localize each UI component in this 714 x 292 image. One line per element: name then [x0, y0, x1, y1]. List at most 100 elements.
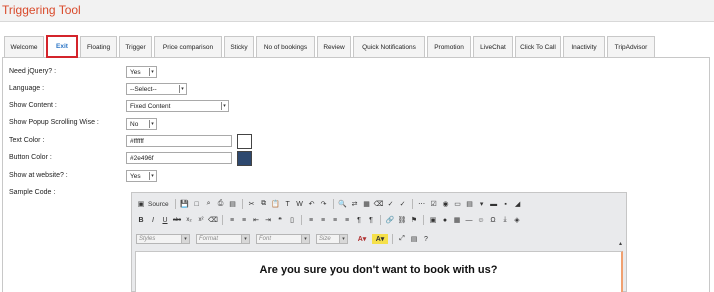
align-center-icon[interactable]: ≡: [318, 215, 328, 225]
paste-text-icon[interactable]: T: [283, 199, 293, 209]
replace-icon[interactable]: ⇄: [350, 199, 360, 209]
text-color-value: #ffffff: [130, 137, 144, 145]
align-right-icon[interactable]: ≡: [330, 215, 340, 225]
show-at-website-select[interactable]: Yes ▾: [126, 170, 157, 182]
iframe-icon[interactable]: ◈: [512, 215, 522, 225]
eraser-icon[interactable]: ⌫: [208, 215, 218, 225]
tab-tripadvisor[interactable]: TripAdvisor: [607, 36, 655, 57]
smiley-icon[interactable]: ☺: [476, 215, 486, 225]
spellcheck-dropdown-icon[interactable]: ✓: [398, 199, 408, 209]
ltr-icon[interactable]: ¶: [354, 215, 364, 225]
align-left-icon[interactable]: ≡: [306, 215, 316, 225]
table-icon[interactable]: ▦: [452, 215, 462, 225]
tab-quick-notifications[interactable]: Quick Notifications: [353, 36, 425, 57]
redo-icon[interactable]: ↷: [319, 199, 329, 209]
editor-content-area[interactable]: Are you sure you don't want to book with…: [135, 251, 623, 292]
size-combo[interactable]: Size ▾: [316, 234, 348, 244]
tab-exit[interactable]: Exit: [46, 35, 78, 58]
background-color-icon[interactable]: A▾: [372, 234, 388, 244]
about-icon[interactable]: ?: [421, 234, 431, 244]
blockquote-icon[interactable]: ❝: [275, 215, 285, 225]
justify-icon[interactable]: ≡: [342, 215, 352, 225]
tab-no-of-bookings[interactable]: No of bookings: [256, 36, 315, 57]
textfield-icon[interactable]: ▭: [453, 199, 463, 209]
maximize-icon[interactable]: ⤢: [397, 234, 407, 244]
superscript-icon[interactable]: x²: [196, 215, 206, 225]
page-break-icon[interactable]: ⤓: [500, 215, 510, 225]
image-icon[interactable]: ▣: [428, 215, 438, 225]
collapse-toolbar-icon[interactable]: ▴: [617, 240, 624, 247]
source-button-label[interactable]: Source: [148, 201, 169, 208]
font-combo[interactable]: Font ▾: [256, 234, 310, 244]
radio-icon[interactable]: ◉: [441, 199, 451, 209]
print-icon[interactable]: ⎙: [216, 199, 226, 209]
source-icon[interactable]: ▣: [136, 199, 146, 209]
show-blocks-icon[interactable]: ▤: [409, 234, 419, 244]
language-select[interactable]: --Select-- ▾: [126, 83, 187, 95]
tab-review[interactable]: Review: [317, 36, 351, 57]
paste-icon[interactable]: 📋: [271, 199, 281, 209]
show-popup-scrolling-value: No: [130, 120, 139, 128]
copy-icon[interactable]: ⧉: [259, 199, 269, 209]
preview-icon[interactable]: ⌕: [204, 199, 214, 209]
chevron-down-icon: ▾: [241, 235, 249, 243]
tab-floating[interactable]: Floating: [80, 36, 117, 57]
checkbox-icon[interactable]: ☑: [429, 199, 439, 209]
button-color-input[interactable]: #2e496f: [126, 152, 232, 164]
new-page-icon[interactable]: □: [192, 199, 202, 209]
need-jquery-select[interactable]: Yes ▾: [126, 66, 157, 78]
format-combo[interactable]: Format ▾: [196, 234, 250, 244]
unlink-icon[interactable]: ⛓: [397, 215, 407, 225]
paste-word-icon[interactable]: W: [295, 199, 305, 209]
toolbar-separator: [174, 199, 176, 209]
show-content-select[interactable]: Fixed Content ▾: [126, 100, 229, 112]
text-color-input[interactable]: #ffffff: [126, 135, 232, 147]
tab-inactivity[interactable]: Inactivity: [563, 36, 605, 57]
image-button-icon[interactable]: ▪: [501, 199, 511, 209]
show-popup-scrolling-select[interactable]: No ▾: [126, 118, 157, 130]
select-all-icon[interactable]: ▦: [362, 199, 372, 209]
button-field-icon[interactable]: ▬: [489, 199, 499, 209]
link-icon[interactable]: 🔗: [385, 215, 395, 225]
styles-combo[interactable]: Styles ▾: [136, 234, 190, 244]
textarea-icon[interactable]: ▤: [465, 199, 475, 209]
tab-price-comparison[interactable]: Price comparison: [154, 36, 222, 57]
underline-icon[interactable]: U: [160, 215, 170, 225]
subscript-icon[interactable]: x₂: [184, 215, 194, 225]
remove-format-icon[interactable]: ⌫: [374, 199, 384, 209]
horizontal-rule-icon[interactable]: —: [464, 215, 474, 225]
tab-livechat[interactable]: LiveChat: [473, 36, 513, 57]
button-color-swatch[interactable]: [237, 151, 252, 166]
save-icon[interactable]: 💾: [180, 199, 190, 209]
tab-promotion[interactable]: Promotion: [427, 36, 471, 57]
templates-icon[interactable]: ▤: [228, 199, 238, 209]
strikethrough-icon[interactable]: abc: [172, 215, 182, 225]
flash-icon[interactable]: ●: [440, 215, 450, 225]
numbered-list-icon[interactable]: ≡: [227, 215, 237, 225]
tab-sticky[interactable]: Sticky: [224, 36, 254, 57]
select-field-icon[interactable]: ▾: [477, 199, 487, 209]
special-char-icon[interactable]: Ω: [488, 215, 498, 225]
find-icon[interactable]: 🔍: [338, 199, 348, 209]
bold-icon[interactable]: B: [136, 215, 146, 225]
italic-icon[interactable]: I: [148, 215, 158, 225]
toolbar-separator: [301, 215, 302, 225]
outdent-icon[interactable]: ⇤: [251, 215, 261, 225]
spellcheck-icon[interactable]: ✓: [386, 199, 396, 209]
tab-click-to-call[interactable]: Click To Call: [515, 36, 561, 57]
tab-welcome[interactable]: Welcome: [4, 36, 44, 57]
undo-icon[interactable]: ↶: [307, 199, 317, 209]
format-combo-label: Format: [199, 236, 219, 242]
indent-icon[interactable]: ⇥: [263, 215, 273, 225]
text-color-swatch[interactable]: [237, 134, 252, 149]
popup-heading: Are you sure you don't want to book with…: [259, 264, 498, 276]
anchor-icon[interactable]: ⚑: [409, 215, 419, 225]
cut-icon[interactable]: ✂: [247, 199, 257, 209]
form-icon[interactable]: ⋯: [417, 199, 427, 209]
div-icon[interactable]: ▯: [287, 215, 297, 225]
bulleted-list-icon[interactable]: ≡: [239, 215, 249, 225]
text-color-icon[interactable]: A▾: [354, 234, 370, 244]
rtl-icon[interactable]: ¶: [366, 215, 376, 225]
hidden-field-icon[interactable]: ◢: [513, 199, 523, 209]
tab-trigger[interactable]: Trigger: [119, 36, 152, 57]
